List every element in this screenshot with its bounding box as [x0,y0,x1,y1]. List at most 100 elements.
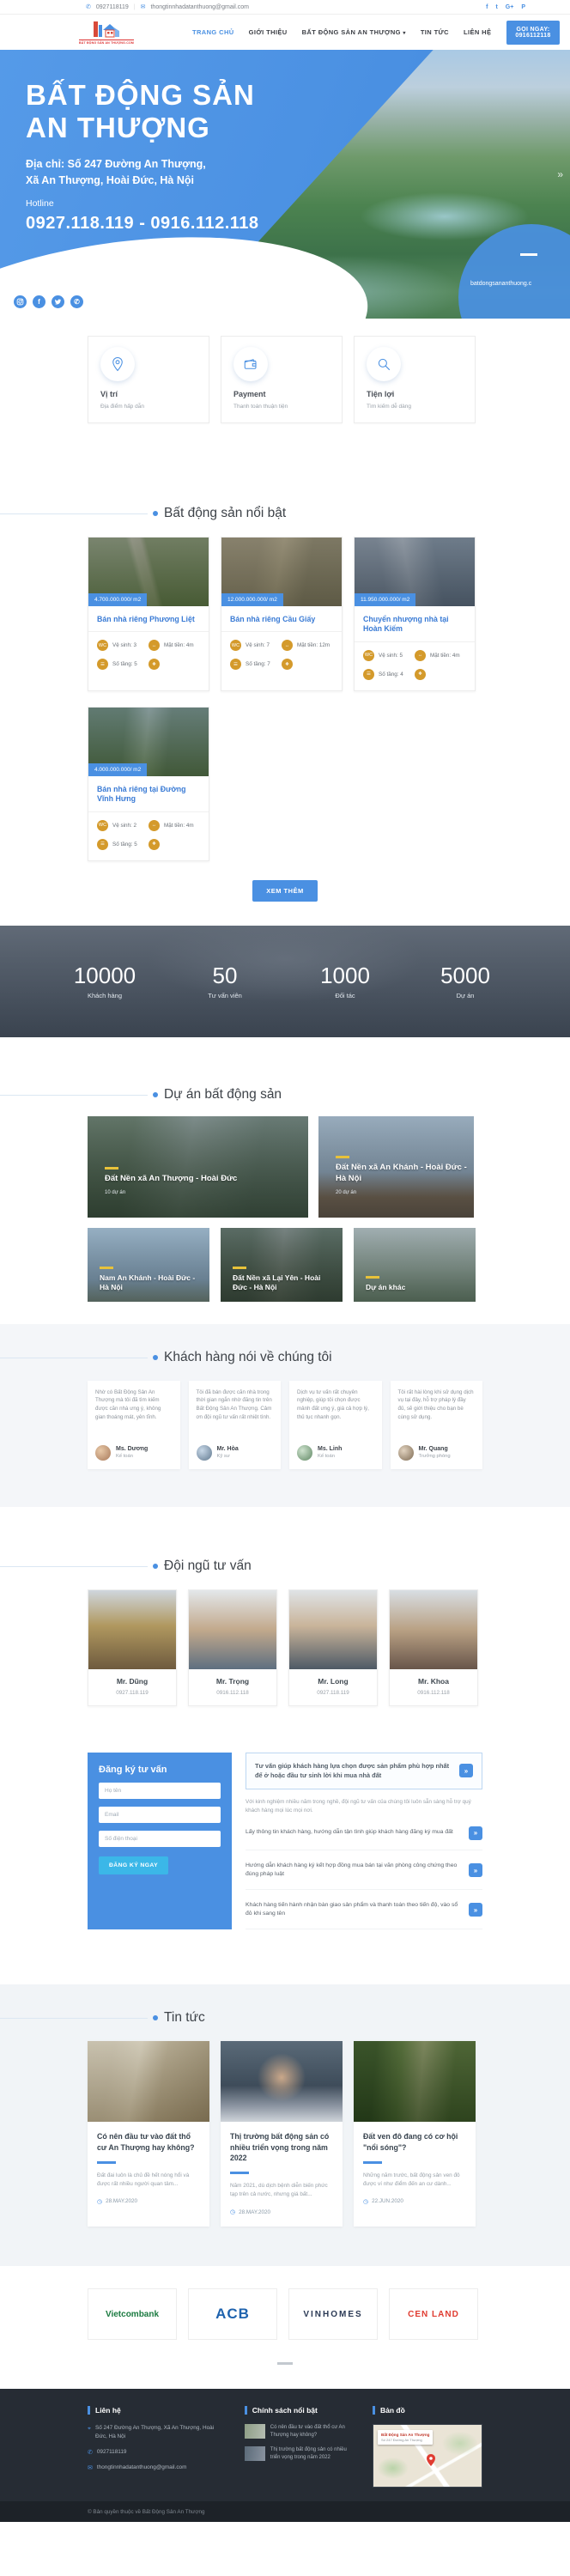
blue-dash [97,2161,116,2164]
news-card[interactable]: Có nên đầu tư vào đất thổ cư An Thượng h… [88,2041,209,2227]
team-member-card[interactable]: Mr. Khoa 0916.112.118 [389,1589,478,1706]
news-title[interactable]: Đất ven đô đang có cơ hội "nổi sóng"? [363,2131,466,2154]
spec-frontage: ↔Mặt tiền: 4m [149,820,200,831]
news-card[interactable]: Đất ven đô đang có cơ hội "nổi sóng"? Nh… [354,2041,476,2227]
slider-next-arrow[interactable]: » [557,168,563,180]
whatsapp-icon[interactable]: ✆ [70,295,83,308]
facebook-icon[interactable]: f [33,295,45,308]
yellow-dash [105,1167,118,1170]
footer-phone[interactable]: ✆ 0927118119 [88,2448,222,2458]
twitter-icon[interactable]: t [495,4,497,10]
feature-card-payment[interactable]: Payment Thanh toán thuận tiện [221,336,343,423]
brand-logo[interactable]: BẤT ĐỘNG SẢN AN THƯỢNG.COM [84,20,129,45]
footer-policy-link[interactable]: Thị trường bất động sản có nhiều triển v… [245,2446,350,2462]
project-tile[interactable]: Đất Nền xã An Khánh - Hoài Đức - Hà Nội … [318,1116,474,1218]
project-title: Dự án khác [366,1283,405,1292]
news-title[interactable]: Có nên đầu tư vào đất thổ cư An Thượng h… [97,2131,200,2154]
topbar-email[interactable]: thongtinnhadatanthuong@gmail.com [150,4,249,10]
partner-logo-vinhomes[interactable]: VINHOMES [288,2288,378,2340]
feature-card-convenience[interactable]: Tiện lợi Tìm kiếm dễ dàng [354,336,476,423]
stat-value: 10000 [45,963,165,989]
phone-icon: ✆ [88,2448,93,2458]
nav-item-listings[interactable]: BẤT ĐỘNG SẢN AN THƯỢNG ▾ [302,28,406,36]
compass-icon: ❖ [149,839,160,850]
facebook-icon[interactable]: f [486,4,488,10]
double-arrow-icon: » [469,1863,482,1877]
name-field[interactable] [99,1783,221,1799]
nav-item-home[interactable]: TRANG CHỦ [192,28,234,36]
property-title[interactable]: Chuyển nhượng nhà tại Hoàn Kiếm [355,606,475,642]
project-tile[interactable]: Đất Nền xã An Thượng - Hoài Đức 10 dự án [88,1116,308,1218]
feature-desc: Địa điểm hấp dẫn [100,404,197,410]
compass-icon: ❖ [149,659,160,670]
frontage-icon: ↔ [149,820,160,831]
news-date-row: ◷ 28.MAY.2020 [97,2198,200,2205]
map-place-name: Bất Động Sản An Thượng [381,2433,429,2437]
testimonial-name: Ms. Dương [116,1446,148,1452]
project-tile[interactable]: Nam An Khánh - Hoài Đức - Hà Nội [88,1228,209,1302]
testimonial-name: Mr. Quang [419,1446,451,1452]
property-card[interactable]: 11.950.000.000/ m2 Chuyển nhượng nhà tại… [354,537,476,691]
project-tile[interactable]: Dự án khác [354,1228,476,1302]
news-date-row: ◷ 22.JUN.2020 [363,2198,466,2205]
hero-banner: BẤT ĐỘNG SẢN AN THƯỢNG Địa chỉ: Số 247 Đ… [0,50,570,319]
hero-circle-dash [520,253,537,256]
team-member-card[interactable]: Mr. Dũng 0927.118.119 [88,1589,177,1706]
property-card[interactable]: 4.000.000.000/ m2 Bán nhà riêng tại Đườn… [88,707,209,861]
topbar-separator: | [134,4,136,10]
stat-label: Khách hàng [45,992,165,999]
section-heading-testimonials: Khách hàng nói về chúng tôi [153,1350,482,1365]
pinterest-icon[interactable]: P [521,4,525,10]
footer-policy-link[interactable]: Có nên đầu tư vào đất thổ cư An Thượng h… [245,2424,350,2439]
email-field[interactable] [99,1807,221,1823]
stat-label: Dự án [405,992,525,999]
call-now-button[interactable]: GỌI NGAY: 0916112118 [506,21,559,45]
news-photo [88,2041,209,2122]
floors-icon: ☰ [97,659,108,670]
partner-logo-vietcombank[interactable]: Vietcombank [88,2288,177,2340]
consult-highlight-text: Tư vấn giúp khách hàng lựa chọn được sản… [255,1761,452,1781]
toilet-icon: WC [230,640,241,651]
topbar-phone[interactable]: 0927118119 [96,4,129,10]
property-title[interactable]: Bán nhà riêng Phương Liệt [88,606,209,632]
signup-button[interactable]: ĐĂNG KÝ NGAY [99,1856,168,1874]
map-embed[interactable]: Bất Động Sản An Thượng Số 247 Đường An T… [373,2424,482,2488]
nav-item-news[interactable]: TIN TỨC [421,28,449,36]
team-member-card[interactable]: Mr. Long 0927.118.119 [288,1589,378,1706]
footer-email[interactable]: ✉ thongtinnhadatanthuong@gmail.com [88,2464,222,2473]
phone-field[interactable] [99,1831,221,1847]
news-card[interactable]: Thị trường bất động sản có nhiều triển v… [221,2041,343,2227]
google-plus-icon[interactable]: G+ [506,4,514,10]
partner-logo-cenland[interactable]: CEN LAND [389,2288,478,2340]
property-card[interactable]: 12.000.000.000/ m2 Bán nhà riêng Cầu Giấ… [221,537,343,691]
see-more-button[interactable]: XEM THÊM [252,880,318,902]
property-title[interactable]: Bán nhà riêng Cầu Giấy [221,606,342,632]
carousel-indicator[interactable] [277,2362,293,2365]
double-arrow-icon: » [469,1903,482,1917]
property-card[interactable]: 4.700.000.000/ m2 Bán nhà riêng Phương L… [88,537,209,691]
project-tile[interactable]: Đất Nền xã Lại Yên - Hoài Đức - Hà Nội [221,1228,343,1302]
yellow-dash [336,1156,349,1158]
hero-hotline-number[interactable]: 0927.118.119 - 0916.112.118 [26,214,259,234]
policy-text: Thị trường bất động sản có nhiều triển v… [270,2446,350,2462]
avatar [95,1445,111,1461]
property-title[interactable]: Bán nhà riêng tại Đường Vĩnh Hưng [88,776,209,812]
section-heading-projects: Dự án bất động sản [153,1087,482,1103]
instagram-icon[interactable] [14,295,27,308]
testimonial-role: Kế toán [116,1454,148,1459]
twitter-icon[interactable] [52,295,64,308]
spec-direction: ❖ [149,659,200,670]
nav-item-about[interactable]: GIỚI THIỆU [249,28,288,36]
partner-logo-acb[interactable]: ACB [188,2288,277,2340]
hero-title: BẤT ĐỘNG SẢN AN THƯỢNG [26,79,259,144]
hero-social-row: f ✆ [14,295,83,308]
spec-floors: ☰Số tầng: 5 [97,659,149,670]
consult-step: Lấy thông tin khách hàng, hướng dẫn tận … [246,1826,482,1850]
news-title[interactable]: Thị trường bất động sản có nhiều triển v… [230,2131,333,2164]
testimonial-card: Nhờ có Bất Động Sản An Thượng mà tôi đã … [88,1381,180,1469]
frontage-icon: ↔ [415,650,426,661]
nav-item-contact[interactable]: LIÊN HỆ [464,28,491,36]
team-member-card[interactable]: Mr. Trọng 0916.112.118 [188,1589,277,1706]
hero-watermark: batdongsananthuong.c [470,281,531,287]
feature-card-location[interactable]: Vị trí Địa điểm hấp dẫn [88,336,209,423]
